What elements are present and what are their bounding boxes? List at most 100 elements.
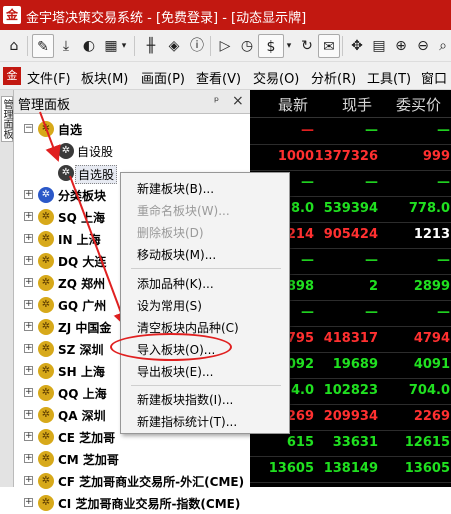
context-menu: 新建板块(B)... 重命名板块(W)... 删除板块(D) 移动板块(M)..… <box>120 172 290 434</box>
gear-icon: ✲ <box>38 429 54 445</box>
tree-node-label: CF 芝加哥商业交易所-外汇(CME) <box>58 475 245 489</box>
download-icon[interactable]: ⤓ <box>55 34 77 58</box>
expand-toggle[interactable]: + <box>24 476 33 485</box>
quote-cell: 615 <box>286 435 314 450</box>
expand-toggle[interactable]: + <box>24 190 33 199</box>
expand-toggle[interactable]: + <box>24 256 33 265</box>
currency-symbol: $ <box>266 39 276 55</box>
quote-cell: — <box>437 175 450 190</box>
column-header-bid[interactable]: 委买价 <box>396 94 441 115</box>
zoom-in-icon[interactable]: ⊕ <box>390 34 412 58</box>
menu-item-new-sector[interactable]: 新建板块(B)... <box>122 177 288 199</box>
menu-view[interactable]: 查看(V) <box>196 68 241 87</box>
menu-tools[interactable]: 工具(T) <box>367 68 411 87</box>
quote-cell: 2269 <box>413 409 450 424</box>
quote-cell: 12615 <box>404 435 450 450</box>
envelope-icon[interactable]: ✉ <box>318 34 340 58</box>
tree-node-label: ZJ 中国金 <box>58 321 112 335</box>
candlestick-icon[interactable]: ╫ <box>140 34 162 58</box>
menu-analysis[interactable]: 分析(R) <box>311 68 356 87</box>
menu-item-move-sector[interactable]: 移动板块(M)... <box>122 243 288 265</box>
menu-item-export-sector[interactable]: 导出板块(E)... <box>122 360 288 382</box>
expand-toggle[interactable]: + <box>24 234 33 243</box>
tree-node-label: CI 芝加哥商业交易所-指数(CME) <box>58 497 241 511</box>
expand-toggle[interactable]: + <box>24 322 33 331</box>
expand-toggle[interactable]: + <box>24 498 33 507</box>
column-header-volume[interactable]: 现手 <box>342 94 372 115</box>
tree-node-label: QA 深圳 <box>58 409 106 423</box>
app-menu-icon[interactable]: 金 <box>3 67 21 85</box>
dropdown-icon[interactable]: ▾ <box>283 34 295 58</box>
tree-node-group[interactable]: + ✲ CM 芝加哥 <box>14 448 250 470</box>
quote-cell: — <box>437 305 450 320</box>
gear-icon: ✲ <box>38 187 54 203</box>
expand-toggle[interactable]: + <box>24 410 33 419</box>
expand-toggle[interactable]: + <box>24 432 33 441</box>
find-icon[interactable]: ⌕ <box>432 34 451 58</box>
menu-sector[interactable]: 板块(M) <box>81 68 128 87</box>
menu-item-set-common[interactable]: 设为常用(S) <box>122 294 288 316</box>
menu-screen[interactable]: 画面(P) <box>141 68 185 87</box>
gear-icon: ✲ <box>38 209 54 225</box>
pin-icon[interactable]: ᵖ <box>214 94 219 108</box>
play-icon[interactable]: ▷ <box>214 34 236 58</box>
menu-separator <box>131 268 281 269</box>
quote-cell: 1377326 <box>314 149 378 164</box>
menu-item-label: 新建指标统计(T)... <box>137 415 238 429</box>
home-icon[interactable]: ⌂ <box>3 34 25 58</box>
dropdown-icon[interactable]: ▾ <box>118 34 130 58</box>
zoom-out-icon[interactable]: ⊖ <box>412 34 434 58</box>
quote-cell: — <box>301 123 314 138</box>
quote-cell: 704.0 <box>408 383 450 398</box>
tree-node-label: 自设股 <box>77 145 114 159</box>
toolbar-separator <box>210 36 211 56</box>
quote-cell: 4794 <box>413 331 450 346</box>
quote-cell: 13605 <box>404 461 450 476</box>
side-tab-manage-panel[interactable]: 管理面板 <box>1 96 13 142</box>
menu-item-new-sector-index[interactable]: 新建板块指数(I)... <box>122 388 288 410</box>
move-icon[interactable]: ✥ <box>346 34 368 58</box>
currency-icon[interactable]: $ <box>258 34 284 58</box>
tree-node-group[interactable]: + ✲ CF 芝加哥商业交易所-外汇(CME) <box>14 470 250 492</box>
color-icon[interactable]: ◐ <box>78 34 100 58</box>
quote-row[interactable]: 13605 138149 13605 <box>250 456 451 482</box>
alert-icon[interactable]: ◈ <box>163 34 185 58</box>
menu-bar: 金 文件(F) 板块(M) 画面(P) 查看(V) 交易(O) 分析(R) 工具… <box>0 62 451 90</box>
side-tab-strip: 管理面板 <box>0 90 14 487</box>
column-header-last[interactable]: 最新 <box>278 94 308 115</box>
refresh-icon[interactable]: ↻ <box>296 34 318 58</box>
menu-window[interactable]: 窗口 <box>421 68 447 87</box>
menu-separator <box>131 385 281 386</box>
chart-icon[interactable]: ▤ <box>368 34 390 58</box>
close-icon[interactable]: × <box>232 93 244 109</box>
app-logo-icon[interactable]: 金 <box>3 6 21 24</box>
quote-row[interactable]: — — — <box>250 118 451 144</box>
tree-node-group[interactable]: + ✲ CI 芝加哥商业交易所-指数(CME) <box>14 492 250 514</box>
expand-toggle[interactable]: + <box>24 454 33 463</box>
menu-item-label: 新建板块(B)... <box>137 182 215 196</box>
expand-toggle[interactable]: + <box>24 366 33 375</box>
expand-toggle[interactable]: + <box>24 212 33 221</box>
quote-cell: 4091 <box>413 357 450 372</box>
quote-cell: — <box>365 123 378 138</box>
menu-file[interactable]: 文件(F) <box>27 68 71 87</box>
expand-toggle[interactable]: + <box>24 344 33 353</box>
collapse-toggle[interactable]: − <box>24 124 33 133</box>
edit-icon[interactable]: ✎ <box>32 34 54 58</box>
quote-row[interactable]: 1000 1377326 999 <box>250 144 451 170</box>
menu-item-label: 重命名板块(W)... <box>137 204 230 218</box>
tree-node-child[interactable]: ✲ 自设股 <box>14 140 250 162</box>
quote-cell: — <box>437 123 450 138</box>
menu-item-add-symbol[interactable]: 添加品种(K)... <box>122 272 288 294</box>
gear-icon: ✲ <box>38 319 54 335</box>
quote-row[interactable]: ——— <box>250 482 451 487</box>
clock-icon[interactable]: ◷ <box>236 34 258 58</box>
expand-toggle[interactable]: + <box>24 388 33 397</box>
expand-toggle[interactable]: + <box>24 278 33 287</box>
tree-node-root[interactable]: − ✲ 自选 <box>14 118 250 140</box>
info-icon[interactable]: ⓘ <box>186 34 208 58</box>
menu-trade[interactable]: 交易(O) <box>253 68 299 87</box>
menu-item-new-indicator-stats[interactable]: 新建指标统计(T)... <box>122 410 288 432</box>
quote-cell: 999 <box>422 149 450 164</box>
expand-toggle[interactable]: + <box>24 300 33 309</box>
